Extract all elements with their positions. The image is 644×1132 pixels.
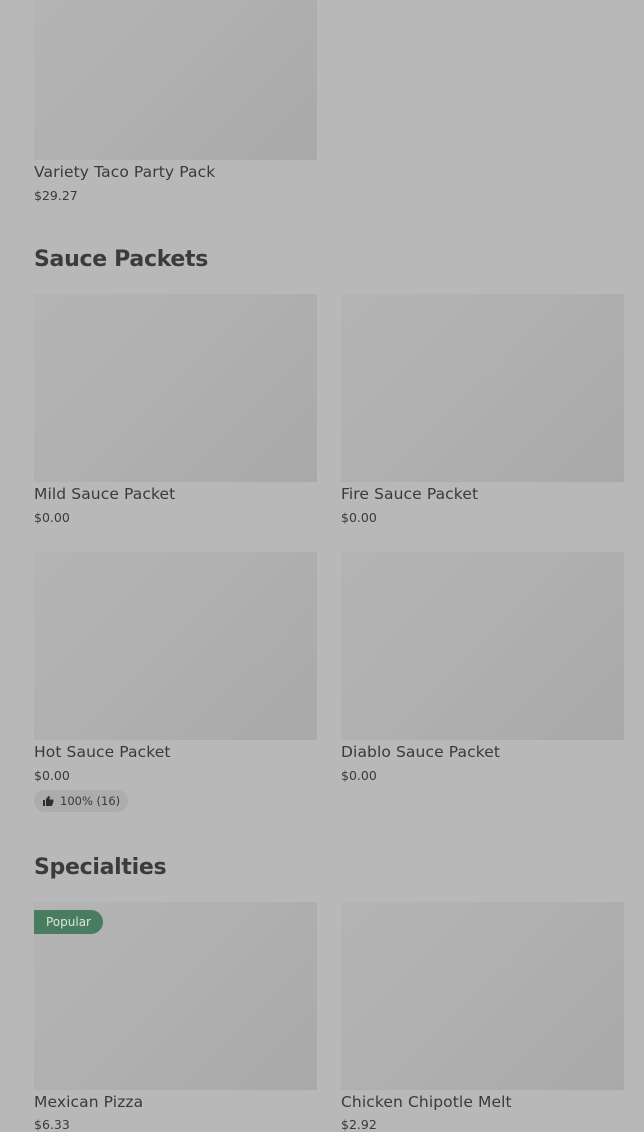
item-name: Variety Taco Party Pack bbox=[34, 163, 216, 181]
item-image[interactable] bbox=[341, 902, 624, 1090]
item-price: $29.27 bbox=[34, 188, 78, 203]
item-image[interactable] bbox=[34, 0, 317, 160]
thumbs-up-icon bbox=[43, 795, 54, 806]
item-name: Mild Sauce Packet bbox=[34, 485, 176, 503]
item-name: Fire Sauce Packet bbox=[341, 485, 479, 503]
item-name: Diablo Sauce Packet bbox=[341, 743, 501, 761]
item-price: $0.00 bbox=[341, 768, 377, 783]
item-name: Mexican Pizza bbox=[34, 1093, 144, 1111]
item-image[interactable] bbox=[341, 552, 624, 740]
item-name: Hot Sauce Packet bbox=[34, 743, 171, 761]
section-heading-specialties: Specialties bbox=[34, 855, 167, 880]
item-price: $0.00 bbox=[341, 510, 377, 525]
popular-badge: Popular bbox=[34, 910, 103, 934]
item-name: Chicken Chipotle Melt bbox=[341, 1093, 512, 1111]
item-image[interactable] bbox=[34, 294, 317, 482]
rating-text: 100% (16) bbox=[60, 794, 121, 808]
item-price: $0.00 bbox=[34, 510, 70, 525]
item-image[interactable] bbox=[341, 294, 624, 482]
rating-badge: 100% (16) bbox=[34, 790, 129, 812]
item-price: $0.00 bbox=[34, 768, 70, 783]
section-heading-sauce-packets: Sauce Packets bbox=[34, 247, 209, 272]
item-image[interactable] bbox=[34, 552, 317, 740]
